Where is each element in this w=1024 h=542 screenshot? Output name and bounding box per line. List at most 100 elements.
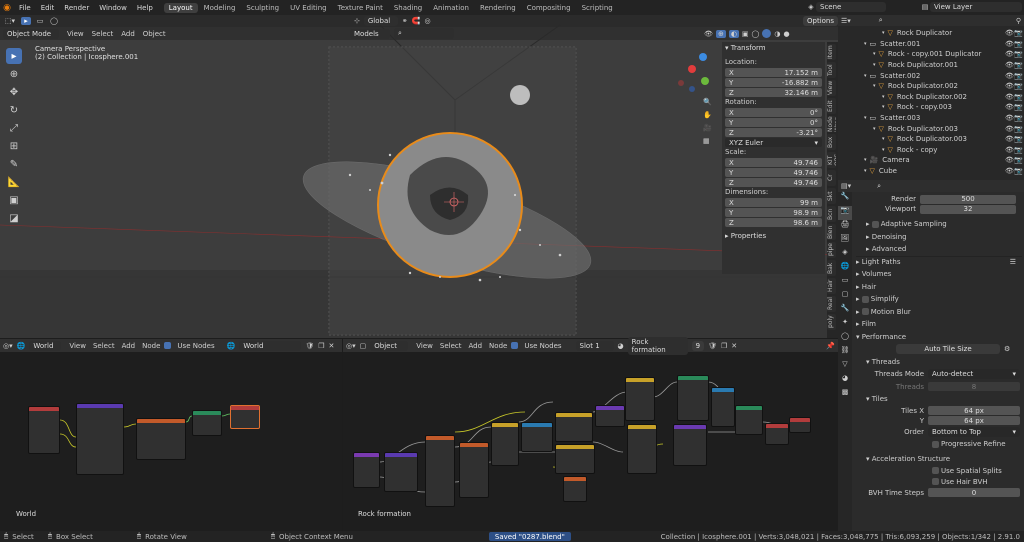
annotate-tool-icon[interactable]: ✎ [6, 156, 22, 172]
auto-tile-size-button[interactable]: Auto Tile Size [896, 344, 1000, 355]
visibility-eye-icon[interactable]: 👁 [1005, 61, 1014, 69]
rock-node-input[interactable] [353, 452, 380, 488]
location-z-field[interactable]: Z 32.146 m [725, 88, 822, 97]
texture-tab-icon[interactable]: ▩ [838, 388, 852, 402]
render-camera-icon[interactable]: 📷 [1014, 146, 1023, 154]
rock-node-bump[interactable] [595, 405, 625, 427]
scene-tab-icon[interactable]: ◈ [838, 248, 852, 262]
denoising-row[interactable]: ▸ Denoising [856, 231, 1022, 244]
rock-node-voronoi[interactable] [459, 442, 489, 498]
outliner-expand-icon[interactable]: ▾ [882, 94, 885, 100]
fake-user-icon[interactable]: 🛡 [305, 342, 314, 350]
visibility-eye-icon[interactable]: 👁 [1005, 40, 1014, 48]
modifier-tab-icon[interactable]: 🔧 [838, 304, 852, 318]
workspace-tab-scripting[interactable]: Scripting [577, 3, 618, 13]
rock-node-math-1[interactable] [521, 422, 553, 452]
dimensions-z-field[interactable]: Z 98.6 m [725, 218, 822, 227]
rock-node-noise[interactable] [425, 435, 455, 507]
bvh-steps-field[interactable]: 0 [928, 488, 1020, 497]
threads-mode-dropdown[interactable]: Auto-detect ▾ [928, 369, 1020, 380]
workspace-tab-shading[interactable]: Shading [389, 3, 427, 13]
sidebar-tab-3[interactable]: Edit [827, 98, 836, 114]
rock-use-nodes-checkbox[interactable] [511, 342, 519, 349]
world-node-background[interactable] [192, 410, 222, 436]
viewport-search[interactable]: ⌕ [394, 28, 454, 39]
threads-row[interactable]: ▾ Threads [856, 356, 1022, 369]
outliner-expand-icon[interactable]: ▾ [873, 51, 876, 57]
scene-selector[interactable]: ◈ Scene [806, 2, 886, 12]
rotate-tool-icon[interactable]: ↻ [6, 102, 22, 118]
outliner-expand-icon[interactable]: ▾ [873, 126, 876, 132]
motion-blur-row[interactable]: ▸ Motion Blur [856, 306, 1022, 319]
view-layer-name[interactable]: View Layer [930, 2, 1022, 12]
outliner-item[interactable]: ▾ ▽ Rock Duplicator.002 👁 📷 [838, 92, 1024, 103]
adaptive-sampling-row[interactable]: ▸ Adaptive Sampling [856, 218, 1022, 231]
rock-node-mix-1[interactable] [625, 377, 655, 421]
rock-node-colorramp-1[interactable] [491, 422, 519, 466]
outliner-item[interactable]: ▾ ▽ Rock - copy.003 👁 📷 [838, 102, 1024, 113]
visibility-eye-icon[interactable]: 👁 [1005, 146, 1014, 154]
sidebar-tab-1[interactable]: Tool [827, 62, 836, 78]
scale-tool-icon[interactable]: ⤢ [6, 120, 22, 136]
rock-node-mix-2[interactable] [627, 424, 657, 474]
volumes-row[interactable]: ▸ Volumes [856, 268, 1022, 281]
scene-name[interactable]: Scene [816, 2, 886, 12]
sidebar-tab-7[interactable]: Cr [827, 170, 836, 186]
rock-node-output[interactable] [765, 423, 789, 445]
extrude-tool-icon[interactable]: ◪ [6, 210, 22, 226]
progressive-refine-checkbox[interactable] [932, 440, 939, 448]
location-x-field[interactable]: X 17.152 m [725, 68, 822, 77]
rock-node-editor[interactable]: ◎▾ ▢ Object View Select Add Node Use Nodes … [343, 336, 838, 531]
outliner-expand-icon[interactable]: ▾ [873, 83, 876, 89]
transform-tool-icon[interactable]: ⊞ [6, 138, 22, 154]
spatial-splits-row[interactable]: Use Spatial Splits [856, 465, 1022, 476]
visibility-eye-icon[interactable]: 👁 [1005, 135, 1014, 143]
rock-menu-view[interactable]: View [416, 342, 433, 350]
close-icon[interactable]: ✕ [329, 342, 335, 350]
outliner-item[interactable]: ▾ ▽ Rock Duplicator.003 👁 📷 [838, 123, 1024, 134]
fake-user-icon[interactable]: 🛡 [708, 342, 717, 350]
world-type-dropdown[interactable]: World [29, 340, 62, 351]
shader-editor-icon[interactable]: ◎▾ [346, 342, 356, 350]
scale-z-field[interactable]: Z 49.746 [725, 178, 822, 187]
rock-menu-select[interactable]: Select [440, 342, 462, 350]
render-camera-icon[interactable]: 📷 [1014, 135, 1023, 143]
outliner-item[interactable]: ▾ ▭ Scatter.001 👁 📷 [838, 39, 1024, 50]
material-tab-icon[interactable]: ◕ [838, 374, 852, 388]
outliner-expand-icon[interactable]: ▾ [873, 62, 876, 68]
workspace-tab-uv-editing[interactable]: UV Editing [285, 3, 332, 13]
outliner-expand-icon[interactable]: ▾ [882, 30, 885, 36]
outliner-expand-icon[interactable]: ▾ [864, 168, 867, 174]
world-node-mapping[interactable] [76, 403, 124, 475]
render-camera-icon[interactable]: 📷 [1014, 125, 1023, 133]
gear-icon[interactable]: ⚙ [1004, 345, 1010, 353]
rock-type-dropdown[interactable]: Object [370, 340, 409, 351]
rock-node-output-2[interactable] [789, 417, 811, 433]
world-node-environment-texture[interactable] [136, 418, 186, 460]
physics-tab-icon[interactable]: ◯ [838, 332, 852, 346]
collection-tab-icon[interactable]: ▭ [838, 276, 852, 290]
menu-window[interactable]: Window [94, 4, 132, 12]
view-layer-tab-icon[interactable]: 🖼 [838, 234, 852, 248]
outliner-expand-icon[interactable]: ▾ [864, 73, 867, 79]
rock-node-math-2[interactable] [711, 387, 735, 427]
rock-node-mapping[interactable] [384, 452, 418, 492]
output-tab-icon[interactable]: 🖨 [838, 220, 852, 234]
scale-y-field[interactable]: Y 49.746 [725, 168, 822, 177]
sidebar-tab-4[interactable]: Node Wrangler [827, 116, 836, 132]
transform-header[interactable]: ▾ Transform [725, 42, 822, 54]
rotation-x-field[interactable]: X 0° [725, 108, 822, 117]
sidebar-tab-9[interactable]: Bcn [827, 206, 836, 222]
render-camera-icon[interactable]: 📷 [1014, 93, 1023, 101]
visibility-eye-icon[interactable]: 👁 [1005, 82, 1014, 90]
spatial-splits-checkbox[interactable] [932, 467, 939, 474]
world-tab-icon[interactable]: 🌐 [838, 262, 852, 276]
world-node-texture-coordinate[interactable] [28, 406, 60, 454]
outliner-expand-icon[interactable]: ▾ [864, 157, 867, 163]
outliner-item[interactable]: ▾ 🎥 Camera 👁 📷 [838, 155, 1024, 166]
world-menu-select[interactable]: Select [93, 342, 115, 350]
visibility-eye-icon[interactable]: 👁 [1005, 50, 1014, 58]
cursor-tool-icon[interactable]: ⊕ [6, 66, 22, 82]
node-editor-icon[interactable]: ◎▾ [3, 342, 13, 350]
outliner-editor-icon[interactable]: ☰▾ [841, 17, 851, 25]
